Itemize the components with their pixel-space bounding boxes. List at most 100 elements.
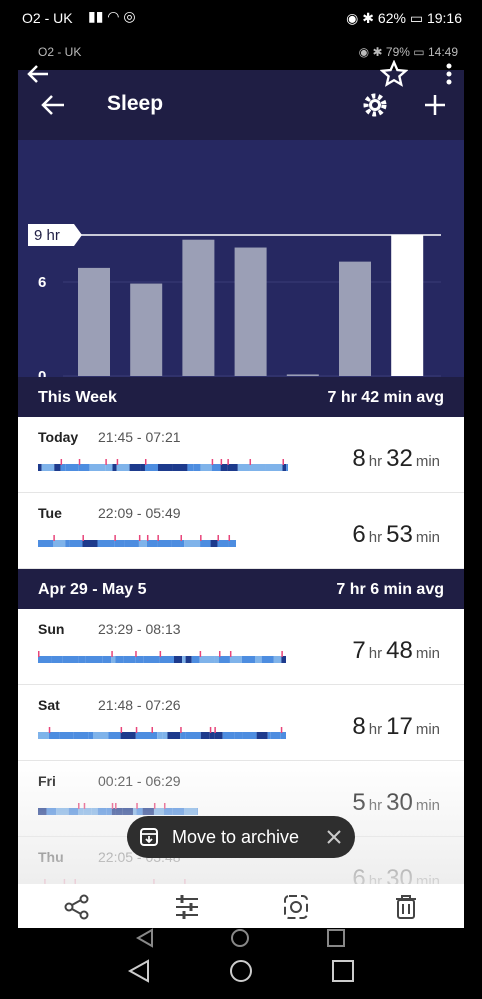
awake-marker xyxy=(82,535,84,541)
awake-marker xyxy=(200,535,202,541)
awake-marker xyxy=(144,459,147,465)
home-nav-icon[interactable] xyxy=(229,959,253,983)
hr-unit: hr xyxy=(368,797,383,814)
sleep-stage-segment xyxy=(197,808,198,815)
sleep-stage-segment xyxy=(144,464,158,471)
min-unit: min xyxy=(415,529,440,546)
sleep-stage-segment xyxy=(185,732,201,739)
inner-back-nav-icon[interactable] xyxy=(135,928,155,948)
awake-marker xyxy=(105,459,107,465)
close-icon[interactable] xyxy=(327,830,341,844)
sleep-stage-segment xyxy=(282,464,287,471)
sleep-stage-segment xyxy=(138,540,147,547)
duration-hours: 7 xyxy=(352,637,366,664)
sleep-stage-segment xyxy=(187,464,194,471)
sleep-stage-segment xyxy=(172,808,185,815)
sleep-stage-segment xyxy=(38,732,49,739)
section-label: Apr 29 - May 5 xyxy=(38,581,147,598)
inner-clock: 14:49 xyxy=(427,45,458,59)
sleep-stage-segment xyxy=(38,656,52,663)
archive-toast[interactable]: Move to archive xyxy=(127,816,355,858)
back-nav-icon[interactable] xyxy=(127,959,151,983)
sleep-bar xyxy=(234,247,267,376)
row-day: Thu xyxy=(38,849,64,865)
awake-marker xyxy=(151,727,153,733)
awake-marker xyxy=(228,535,231,541)
star-icon[interactable] xyxy=(380,60,408,88)
battery-icon: ▭ xyxy=(409,10,424,26)
sleep-stage-segment xyxy=(200,540,211,547)
hr-unit: hr xyxy=(368,453,383,470)
delete-icon[interactable] xyxy=(394,894,418,920)
bottom-action-bar xyxy=(18,884,464,928)
share-icon[interactable] xyxy=(64,894,90,920)
screenshot-icon[interactable] xyxy=(283,894,309,920)
sleep-stage-segment xyxy=(51,656,63,663)
sleep-stage-segment xyxy=(167,732,181,739)
sleep-stage-segment xyxy=(85,656,103,663)
inner-eye-icon: ◉ xyxy=(358,45,370,59)
signal-wifi-icons: ▮▮ ◠ ◎ xyxy=(88,8,136,24)
sleep-stage-segment xyxy=(111,656,116,663)
archive-icon xyxy=(140,828,158,846)
sleep-stage-segment xyxy=(114,540,125,547)
sleep-stage-segment xyxy=(214,656,219,663)
goal-label: 9 hr xyxy=(34,227,60,244)
overflow-menu-icon[interactable] xyxy=(444,62,454,86)
awake-marker xyxy=(163,803,166,809)
sleep-stage-segment xyxy=(116,464,130,471)
sleep-stage-segment xyxy=(200,732,210,739)
sleep-stage-segment xyxy=(140,464,145,471)
awake-marker xyxy=(280,727,283,733)
bluetooth-icon: ✱ xyxy=(362,10,375,26)
gear-icon[interactable] xyxy=(361,91,389,119)
row-duration: 7 hr 48 min xyxy=(352,637,444,665)
inner-bluetooth-icon: ✱ xyxy=(372,45,383,59)
sleep-stage-segment xyxy=(209,732,215,739)
sleep-stage-segment xyxy=(65,464,79,471)
sleep-log-row[interactable]: Sat 21:48 - 07:26 8 hr 17 min xyxy=(18,685,464,761)
sleep-log-row[interactable]: Tue 22:09 - 05:49 6 hr 53 min xyxy=(18,493,464,569)
system-nav-bar xyxy=(0,928,482,999)
edit-sliders-icon[interactable] xyxy=(174,894,200,920)
battery-percent: 62% xyxy=(377,10,406,26)
sleep-stage-segment xyxy=(102,656,112,663)
awake-marker xyxy=(220,459,223,465)
sleep-stage-segment xyxy=(136,808,143,815)
section-label: This Week xyxy=(38,389,117,406)
sleep-stage-segment xyxy=(135,656,144,663)
recents-nav-icon[interactable] xyxy=(331,959,355,983)
back-arrow-icon[interactable] xyxy=(40,92,66,118)
sleep-stage-segment xyxy=(38,540,54,547)
awake-marker xyxy=(138,535,141,541)
sleep-stage-segment xyxy=(267,732,271,739)
sleep-stage-segment xyxy=(171,540,181,547)
outer-back-arrow-icon[interactable] xyxy=(26,62,50,86)
sleep-stage-segment xyxy=(241,656,256,663)
sleep-stage-segment xyxy=(88,732,93,739)
row-day: Sun xyxy=(38,621,65,637)
sleep-stage-segment xyxy=(162,732,168,739)
duration-hours: 8 xyxy=(352,713,366,740)
sleep-stage-segment xyxy=(60,464,66,471)
awake-marker xyxy=(38,651,40,657)
sleep-stage-segment xyxy=(237,464,250,471)
add-icon[interactable] xyxy=(423,93,447,117)
sleep-log-row[interactable]: Sun 23:29 - 08:13 7 hr 48 min xyxy=(18,609,464,685)
sleep-stage-segment xyxy=(97,540,115,547)
section-average: 7 hr 42 min avg xyxy=(327,389,445,406)
min-unit: min xyxy=(415,453,440,470)
inner-recents-nav-icon[interactable] xyxy=(326,928,346,948)
sleep-bar xyxy=(339,261,371,376)
sleep-stage-segment xyxy=(83,808,92,815)
sleep-app: Sleep 9 hr60TFSSMTW This Week 7 hr 42 mi… xyxy=(18,70,464,912)
sleep-stage-segment xyxy=(112,464,117,471)
inner-home-nav-icon[interactable] xyxy=(230,928,250,948)
sleep-stage-segment xyxy=(122,808,133,815)
sleep-stage-segment xyxy=(242,732,257,739)
hr-unit: hr xyxy=(368,645,383,662)
duration-hours: 5 xyxy=(352,789,366,816)
awake-marker xyxy=(282,459,284,465)
sleep-log-row[interactable]: Today 21:45 - 07:21 8 hr 32 min xyxy=(18,417,464,493)
carrier-label: O2 - UK xyxy=(22,10,73,26)
